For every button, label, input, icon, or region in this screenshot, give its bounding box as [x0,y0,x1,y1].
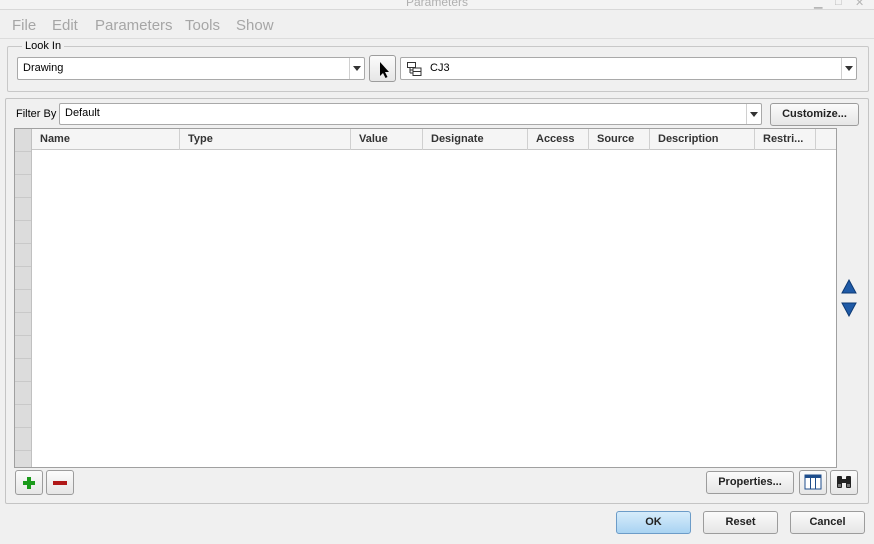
look-in-type-select[interactable]: Drawing [17,57,365,80]
add-parameter-button[interactable] [15,470,43,495]
column-header-value[interactable]: Value [351,129,423,150]
customize-button[interactable]: Customize... [770,103,859,126]
chevron-down-icon[interactable] [841,58,856,79]
column-header-description[interactable]: Description [650,129,755,150]
column-header-name[interactable]: Name [32,129,180,150]
title-bar: Parameters ▁ □ ✕ [0,0,874,10]
chevron-down-icon[interactable] [349,58,364,79]
cancel-button[interactable]: Cancel [790,511,865,534]
properties-button[interactable]: Properties... [706,471,794,494]
move-down-icon[interactable] [841,301,857,318]
plus-icon [23,477,35,489]
assembly-tree-icon [407,62,422,76]
maximize-icon[interactable]: □ [835,0,842,8]
column-header-type[interactable]: Type [180,129,351,150]
column-header-access[interactable]: Access [528,129,589,150]
table-columns-icon [804,474,822,490]
filter-value: Default [65,107,100,119]
filter-label: Filter By [16,108,57,120]
look-in-object-select[interactable]: CJ3 [400,57,857,80]
parameters-table[interactable]: Name Type Value Designate Access Source … [14,128,837,468]
move-up-icon[interactable] [841,278,857,295]
chevron-down-icon[interactable] [746,104,761,124]
look-in-type-value: Drawing [23,62,64,74]
minimize-icon[interactable]: ▁ [814,0,822,9]
pointer-icon [380,62,389,78]
look-in-legend: Look In [25,40,62,52]
filter-select[interactable]: Default [59,103,762,125]
table-header: Name Type Value Designate Access Source … [32,129,836,150]
remove-parameter-button[interactable] [46,470,74,495]
menu-file[interactable]: File [12,17,36,34]
row-header-column [15,129,32,467]
window-title: Parameters [405,0,469,9]
ok-button[interactable]: OK [616,511,691,534]
select-object-button[interactable] [369,55,396,82]
table-columns-button[interactable] [799,470,827,495]
reset-button[interactable]: Reset [703,511,778,534]
binoculars-icon [837,476,851,488]
column-header-restricted[interactable]: Restri... [755,129,816,150]
find-button[interactable] [830,470,858,495]
column-header-designate[interactable]: Designate [423,129,528,150]
close-icon[interactable]: ✕ [855,0,864,9]
menu-show[interactable]: Show [236,17,274,34]
menu-tools[interactable]: Tools [185,17,220,34]
column-header-source[interactable]: Source [589,129,650,150]
menu-edit[interactable]: Edit [52,17,78,34]
menu-bar: File Edit Parameters Tools Show [0,11,874,39]
look-in-object-value: CJ3 [430,62,450,74]
menu-parameters[interactable]: Parameters [95,17,173,34]
minus-icon [53,481,67,485]
